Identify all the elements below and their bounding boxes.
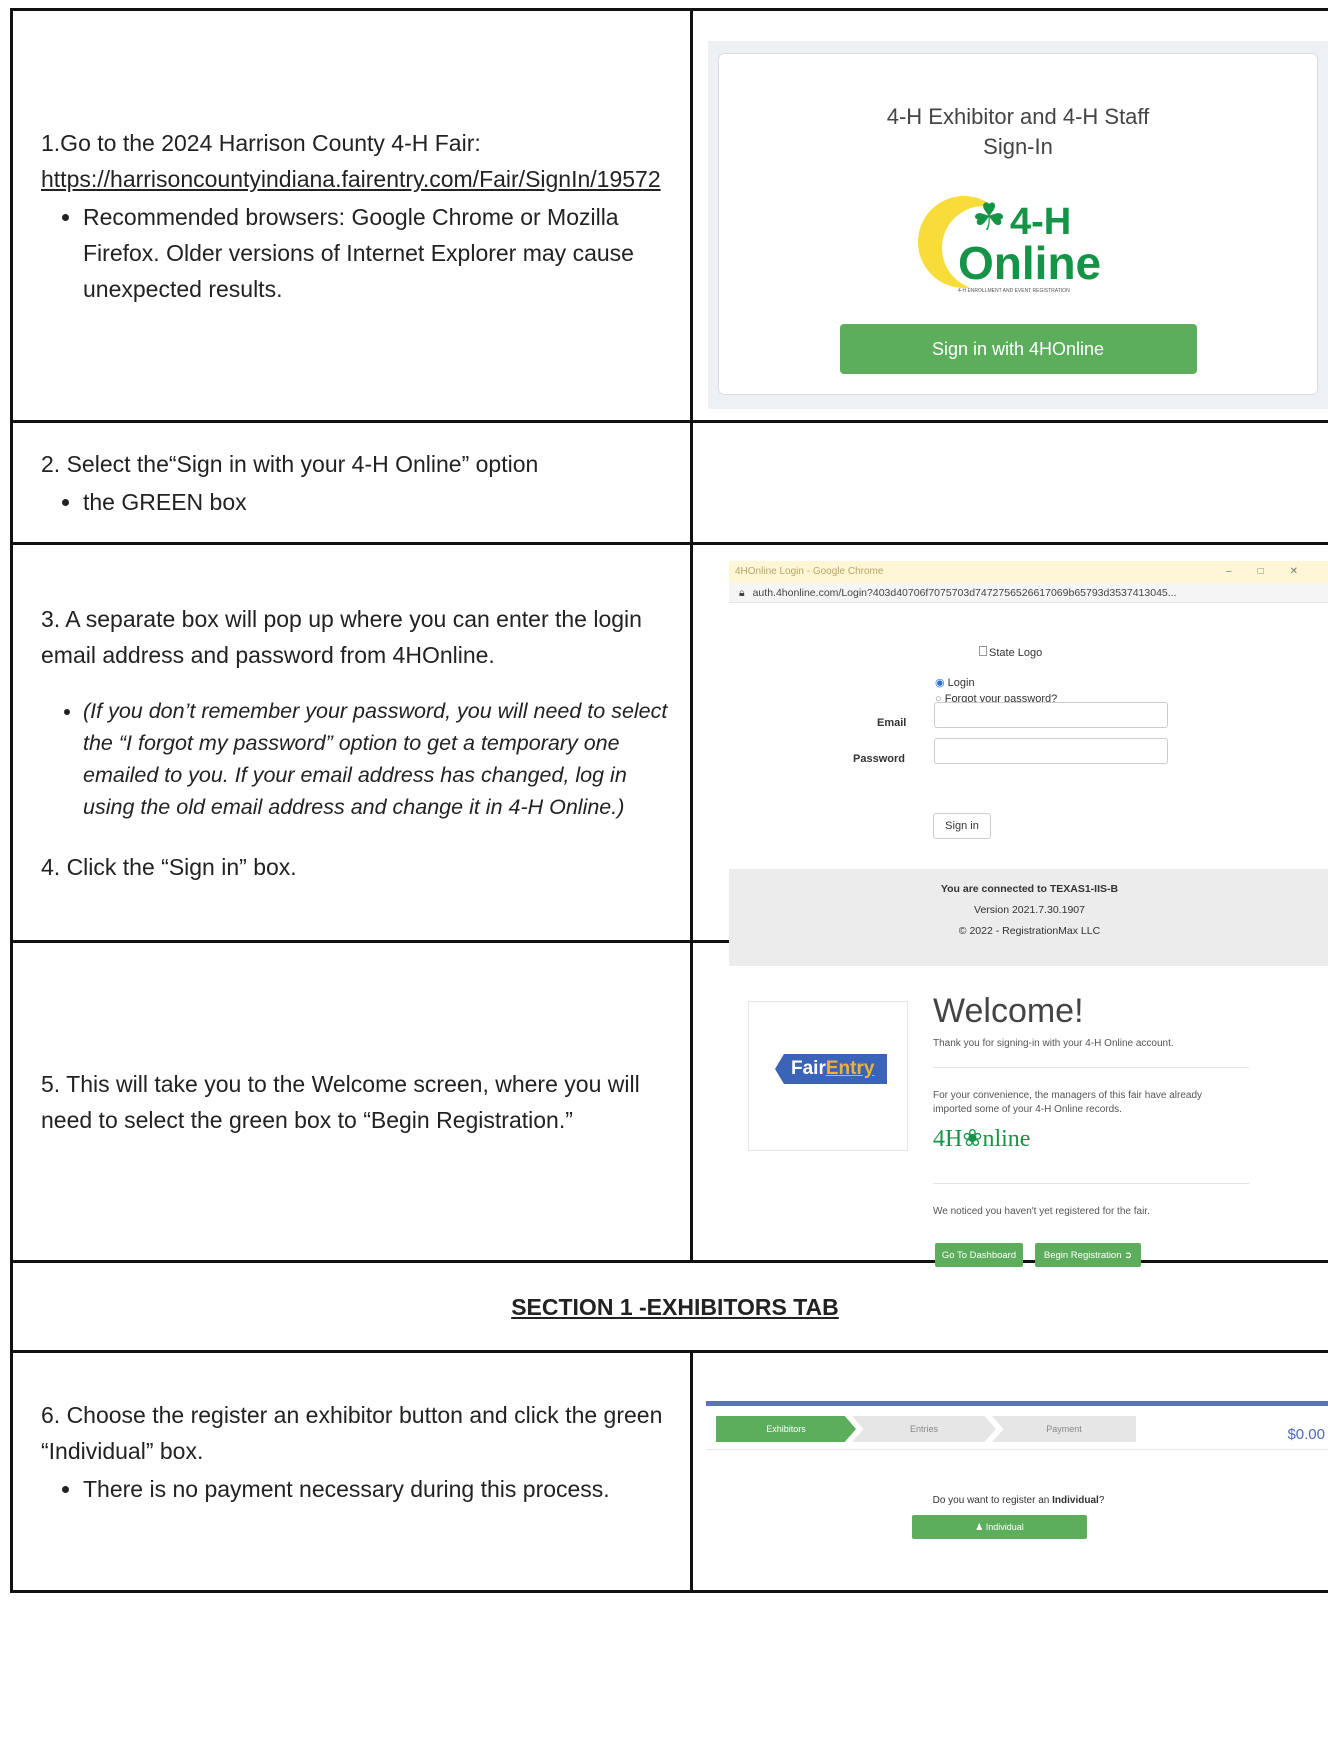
sign-in-4honline-button[interactable]: Sign in with 4HOnline bbox=[839, 324, 1197, 374]
accent-line bbox=[706, 1401, 1328, 1406]
row-section-1: SECTION 1 -EXHIBITORS TAB bbox=[10, 1260, 1328, 1353]
step-6-bullets: There is no payment necessary during thi… bbox=[41, 1471, 668, 1507]
row-step-2: 2. Select the“Sign in with your 4-H Onli… bbox=[10, 420, 1328, 545]
signin-screenshot: 4-H Exhibitor and 4-H Staff Sign-In ☘ 4-… bbox=[708, 41, 1328, 409]
4h-online-logo: ☘ 4-H Online 4-H ENROLLMENT AND EVENT RE… bbox=[918, 188, 1118, 298]
logo-4h-text: 4-H bbox=[1010, 201, 1072, 243]
step-4-text: 4. Click the “Sign in” box. bbox=[41, 853, 297, 880]
signin-title-line1: 4-H Exhibitor and 4-H Staff bbox=[886, 104, 1150, 129]
register-question: Do you want to register an Individual? bbox=[706, 1483, 1328, 1519]
step-2-bullets: the GREEN box bbox=[41, 484, 668, 520]
question-bold: Individual bbox=[1052, 1495, 1099, 1506]
step-1-bullet: Recommended browsers: Google Chrome or M… bbox=[83, 199, 668, 307]
footer-server: You are connected to TEXAS1-IIS-B bbox=[940, 883, 1119, 895]
broken-image-icon bbox=[979, 646, 987, 656]
step-6-text: 6. Choose the register an exhibitor butt… bbox=[41, 1402, 663, 1464]
brand-entry: Entry bbox=[825, 1058, 875, 1079]
step-1-text: 1.Go to the 2024 Harrison County 4-H Fai… bbox=[41, 129, 481, 156]
question-post: ? bbox=[1098, 1495, 1105, 1506]
welcome-heading: Welcome! bbox=[933, 992, 1084, 1030]
login-popup-screenshot: 4HOnline Login - Google Chrome –□✕ 🔒︎ au… bbox=[729, 561, 1328, 966]
welcome-noticed: We noticed you haven't yet registered fo… bbox=[933, 1206, 1150, 1217]
fairentry-logo-box: FairEntry bbox=[748, 1001, 908, 1151]
state-logo-alt-text: State Logo bbox=[989, 647, 1043, 659]
section-1-heading: SECTION 1 -EXHIBITORS TAB bbox=[10, 1260, 1328, 1353]
divider bbox=[933, 1183, 1249, 1184]
logo-tagline: 4-H ENROLLMENT AND EVENT REGISTRATION bbox=[958, 288, 1070, 294]
step-3-bullets: (If you don’t remember your password, yo… bbox=[41, 695, 668, 823]
step-5-cell: 5. This will take you to the Welcome scr… bbox=[10, 940, 693, 1263]
step-3-bullet: (If you don’t remember your password, yo… bbox=[83, 695, 668, 823]
step-2-bullet: the GREEN box bbox=[83, 484, 668, 520]
row-step-1: 1.Go to the 2024 Harrison County 4-H Fai… bbox=[10, 8, 1328, 423]
signin-card: 4-H Exhibitor and 4-H Staff Sign-In ☘ 4-… bbox=[718, 53, 1318, 395]
fairentry-logo: FairEntry bbox=[775, 1054, 887, 1084]
password-field[interactable] bbox=[934, 738, 1168, 764]
individual-button[interactable]: ♟ Individual bbox=[912, 1515, 1087, 1539]
footer-copyright: © 2022 - RegistrationMax LLC bbox=[958, 925, 1101, 937]
screenshot-login-cell: 4HOnline Login - Google Chrome –□✕ 🔒︎ au… bbox=[690, 542, 1328, 966]
begin-registration-button[interactable]: Begin Registration ➲ bbox=[1035, 1243, 1141, 1267]
divider bbox=[706, 1449, 1328, 1450]
screenshot-individual-cell: Exhibitors Entries Payment $0.00 Do you … bbox=[690, 1350, 1328, 1593]
4honline-wordmark: 4H❀nline bbox=[933, 1126, 1031, 1152]
email-field[interactable] bbox=[934, 702, 1168, 728]
exhibitor-screenshot: Exhibitors Entries Payment $0.00 Do you … bbox=[706, 1401, 1328, 1561]
welcome-screenshot: FairEntry Welcome! Thank you for signing… bbox=[693, 943, 1328, 1267]
question-pre: Do you want to register an bbox=[932, 1495, 1053, 1506]
password-label: Password bbox=[853, 753, 905, 765]
step-2-cell: 2. Select the“Sign in with your 4-H Onli… bbox=[10, 420, 693, 545]
step-payment[interactable]: Payment bbox=[992, 1416, 1136, 1442]
step-entries[interactable]: Entries bbox=[852, 1416, 996, 1442]
row-step-6: 6. Choose the register an exhibitor butt… bbox=[10, 1350, 1328, 1593]
step-2-text: 2. Select the“Sign in with your 4-H Onli… bbox=[41, 450, 539, 477]
clover-icon: ☘ bbox=[972, 197, 1007, 239]
step-3-text: 3. A separate box will pop up where you … bbox=[41, 605, 642, 668]
divider bbox=[933, 1067, 1249, 1068]
cart-total: $0.00 bbox=[1287, 1426, 1325, 1443]
step-6-cell: 6. Choose the register an exhibitor butt… bbox=[10, 1350, 693, 1593]
logo-online-text: Online bbox=[958, 237, 1102, 289]
window-controls[interactable]: –□✕ bbox=[1226, 554, 1324, 590]
progress-steps: Exhibitors Entries Payment bbox=[716, 1416, 1136, 1442]
fair-signin-link[interactable]: https://harrisoncountyindiana.fairentry.… bbox=[41, 161, 668, 197]
address-text: auth.4honline.com/Login?403d40706f707570… bbox=[752, 586, 1177, 599]
screenshot-signin-cell: 4-H Exhibitor and 4-H Staff Sign-In ☘ 4-… bbox=[690, 8, 1328, 423]
step-1-bullets: Recommended browsers: Google Chrome or M… bbox=[41, 199, 668, 307]
row-step-3: 3. A separate box will pop up where you … bbox=[10, 542, 1328, 966]
go-to-dashboard-button[interactable]: Go To Dashboard bbox=[935, 1243, 1023, 1267]
step-5-text: 5. This will take you to the Welcome scr… bbox=[41, 1070, 640, 1133]
footer-version: Version 2021.7.30.1907 bbox=[974, 904, 1085, 916]
chrome-title-bar: 4HOnline Login - Google Chrome –□✕ bbox=[729, 561, 1328, 583]
empty-cell bbox=[690, 420, 1328, 545]
step-6-bullet: There is no payment necessary during thi… bbox=[83, 1471, 668, 1507]
signin-title: 4-H Exhibitor and 4-H Staff Sign-In bbox=[719, 102, 1317, 162]
row-step-5: 5. This will take you to the Welcome scr… bbox=[10, 940, 1328, 1267]
step-3-cell: 3. A separate box will pop up where you … bbox=[10, 542, 693, 943]
step-exhibitors[interactable]: Exhibitors bbox=[716, 1416, 856, 1442]
state-logo: State Logo bbox=[979, 635, 1042, 671]
step-1-cell: 1.Go to the 2024 Harrison County 4-H Fai… bbox=[10, 8, 693, 423]
welcome-thanks: Thank you for signing-in with your 4-H O… bbox=[933, 1038, 1174, 1049]
screenshot-welcome-cell: FairEntry Welcome! Thank you for signing… bbox=[690, 940, 1328, 1267]
lock-icon: 🔒︎ bbox=[739, 586, 745, 599]
instructions-table: 1.Go to the 2024 Harrison County 4-H Fai… bbox=[10, 8, 1328, 1593]
brand-fair: Fair bbox=[791, 1058, 826, 1079]
email-label: Email bbox=[877, 717, 907, 729]
signin-title-line2: Sign-In bbox=[983, 134, 1053, 159]
sign-in-button[interactable]: Sign in bbox=[933, 813, 991, 839]
welcome-convenience: For your convenience, the managers of th… bbox=[933, 1090, 1203, 1115]
